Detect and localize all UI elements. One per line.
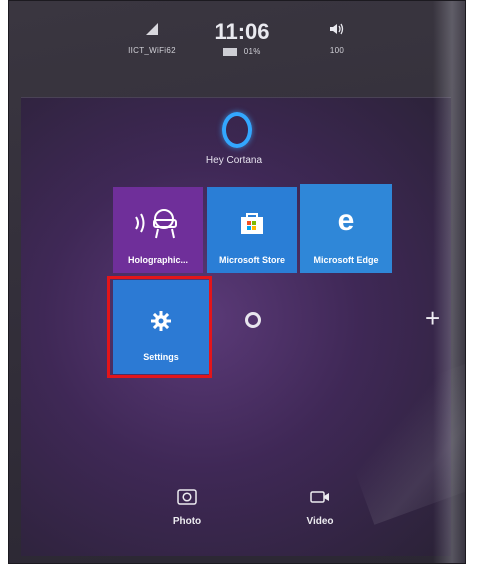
clock-status: 11:06 01% (197, 19, 287, 57)
clock-time: 11:06 (214, 19, 270, 44)
tile-holographic-label: Holographic... (127, 255, 188, 265)
edge-icon: e (337, 204, 355, 237)
tile-microsoft-edge-label: Microsoft Edge (313, 255, 379, 265)
video-icon (310, 491, 329, 503)
battery-status: 01% (197, 47, 287, 56)
cortana-icon[interactable] (222, 112, 252, 148)
headset-icon (113, 205, 203, 246)
camera-icon (177, 489, 197, 505)
photo-label: Photo (172, 516, 202, 527)
status-bar: IICT_WiFi62 11:06 01% 100 (9, 1, 465, 93)
volume-status[interactable]: 100 (292, 21, 382, 55)
photo-button[interactable]: Photo (157, 489, 217, 527)
lens-glare (433, 1, 465, 563)
network-name: IICT_WiFi62 (128, 46, 176, 55)
hololens-start-frame: IICT_WiFi62 11:06 01% 100 Hey Cortana Ho… (8, 0, 466, 564)
tile-holographic[interactable]: Holographic... (113, 187, 203, 273)
wifi-icon (146, 23, 158, 35)
battery-icon (223, 47, 238, 56)
shopping-bag-icon (207, 211, 297, 240)
wifi-status[interactable]: IICT_WiFi62 (107, 21, 197, 55)
battery-percent: 01% (243, 47, 261, 56)
cortana-label: Hey Cortana (205, 155, 263, 166)
tile-microsoft-store[interactable]: Microsoft Store (207, 187, 297, 273)
video-button[interactable]: Video (290, 489, 350, 527)
tile-microsoft-store-label: Microsoft Store (218, 255, 285, 265)
tile-microsoft-edge[interactable]: e Microsoft Edge (300, 184, 392, 273)
video-label: Video (306, 516, 334, 527)
settings-highlight-box (107, 276, 212, 378)
volume-level: 100 (329, 46, 345, 55)
volume-icon (330, 23, 344, 35)
loading-indicator (245, 312, 261, 328)
